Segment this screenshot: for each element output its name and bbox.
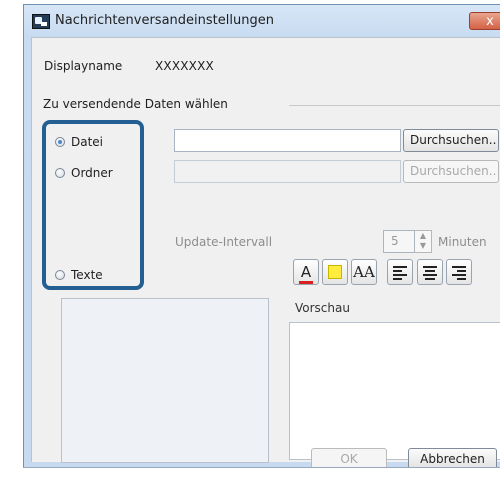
update-interval-label: Update-Intervall: [175, 235, 273, 249]
cancel-button[interactable]: Abbrechen: [408, 448, 497, 467]
file-path-input[interactable]: [174, 129, 401, 152]
font-color-button[interactable]: A: [293, 259, 319, 285]
message-settings-window: Nachrichtenversandeinstellungen x Displa…: [23, 4, 500, 468]
folder-radio-button[interactable]: [55, 167, 65, 178]
text-input-area[interactable]: [61, 298, 269, 463]
align-right-icon: [452, 265, 466, 280]
close-button[interactable]: x: [469, 12, 500, 30]
display-name-value: XXXXXXX: [155, 59, 214, 73]
align-right-button[interactable]: [446, 259, 472, 285]
file-radio-option[interactable]: Datei: [55, 133, 103, 150]
font-size-icon: AA: [353, 263, 375, 281]
app-icon: [32, 14, 50, 29]
group-divider-line: [289, 105, 500, 106]
folder-radio-label: Ordner: [71, 165, 113, 180]
dialog-screenshot: Nachrichtenversandeinstellungen x Displa…: [0, 0, 500, 480]
folder-radio-option[interactable]: Ordner: [55, 164, 113, 181]
update-interval-stepper[interactable]: ▲ ▼: [415, 230, 432, 253]
data-selection-group-title: Zu versendende Daten wählen: [43, 97, 232, 111]
background-color-icon: [328, 265, 342, 279]
text-radio-option[interactable]: Texte: [55, 266, 103, 283]
preview-panel: [289, 322, 500, 460]
preview-label: Vorschau: [295, 301, 350, 315]
align-center-button[interactable]: [417, 259, 443, 285]
align-left-icon: [393, 265, 407, 280]
ok-button[interactable]: OK: [311, 448, 387, 467]
folder-path-input[interactable]: [174, 160, 401, 183]
file-browse-button[interactable]: Durchsuchen..: [403, 129, 499, 152]
align-center-icon: [423, 265, 437, 280]
update-interval-input[interactable]: 5: [383, 230, 415, 253]
text-radio-button[interactable]: [55, 269, 65, 280]
file-radio-label: Datei: [71, 134, 104, 149]
display-name-label: Displayname: [44, 59, 123, 73]
align-left-button[interactable]: [387, 259, 413, 285]
window-title: Nachrichtenversandeinstellungen: [55, 13, 274, 28]
font-size-button[interactable]: AA: [351, 259, 377, 285]
title-bar: Nachrichtenversandeinstellungen x: [24, 5, 500, 37]
update-interval-value: 5: [391, 234, 399, 248]
text-radio-label: Texte: [71, 267, 103, 282]
minutes-label: Minuten: [438, 235, 487, 249]
dialog-body: Displayname XXXXXXX Zu versendende Daten…: [31, 37, 500, 467]
folder-browse-button[interactable]: Durchsuchen..: [403, 160, 499, 183]
window-bottom-edge: [23, 467, 500, 468]
file-radio-button[interactable]: [55, 136, 65, 147]
font-color-icon: A: [298, 262, 314, 284]
background-color-button[interactable]: [322, 259, 348, 285]
